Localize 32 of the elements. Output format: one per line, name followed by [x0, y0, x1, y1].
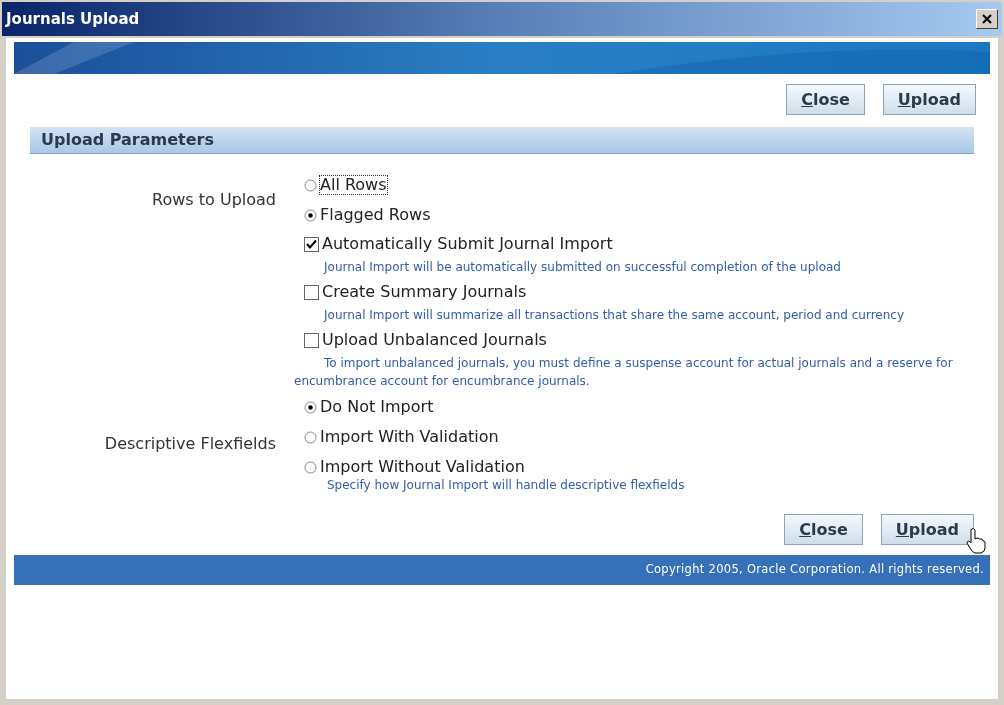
- radio-label[interactable]: Do Not Import: [320, 398, 434, 416]
- field-label: Descriptive Flexfields: [104, 433, 276, 455]
- help-text: To import unbalanced journals, you must define a suspense account for actual journals and a reserve for encumbrance account for encumbrance journals.: [294, 355, 954, 390]
- action-button[interactable]: Close: [786, 84, 865, 115]
- checkbox-label[interactable]: Create Summary Journals: [322, 280, 527, 304]
- close-button[interactable]: [976, 9, 998, 29]
- action-button[interactable]: Upload: [880, 514, 974, 545]
- action-button[interactable]: Upload: [882, 84, 976, 115]
- close-icon: [982, 14, 992, 24]
- radio-label[interactable]: All Rows: [320, 176, 387, 194]
- radio-label[interactable]: Flagged Rows: [320, 206, 431, 224]
- radio-label[interactable]: Import Without Validation: [320, 458, 525, 476]
- help-text: Journal Import will summarize all transactions that share the same account, period and currency: [322, 307, 906, 324]
- checkbox[interactable]: [304, 284, 319, 300]
- radio-button[interactable]: [304, 460, 317, 474]
- help-text: Journal Import will be automatically submitted on successful completion of the upload: [322, 259, 842, 276]
- radio-button[interactable]: [304, 178, 317, 192]
- copyright-text: Copyright 2005, Oracle Corporation. All rights reserved.: [645, 561, 984, 579]
- checkbox[interactable]: [304, 332, 319, 348]
- checkbox-label[interactable]: Upload Unbalanced Journals: [322, 328, 547, 352]
- radio-label[interactable]: Import With Validation: [320, 428, 499, 446]
- window-title: Journals Upload: [6, 8, 140, 30]
- checkbox[interactable]: [304, 236, 319, 252]
- section-title: Upload Parameters: [41, 129, 214, 151]
- radio-button[interactable]: [304, 430, 317, 444]
- radio-button[interactable]: [304, 208, 317, 222]
- checkbox-label[interactable]: Automatically Submit Journal Import: [322, 232, 613, 256]
- action-button[interactable]: Close: [784, 514, 863, 545]
- help-text: Specify how Journal Import will handle descriptive flexfields: [326, 477, 686, 494]
- hand-pointer-icon: [966, 528, 986, 554]
- radio-button[interactable]: [304, 400, 317, 414]
- field-label: Rows to Upload: [152, 189, 276, 211]
